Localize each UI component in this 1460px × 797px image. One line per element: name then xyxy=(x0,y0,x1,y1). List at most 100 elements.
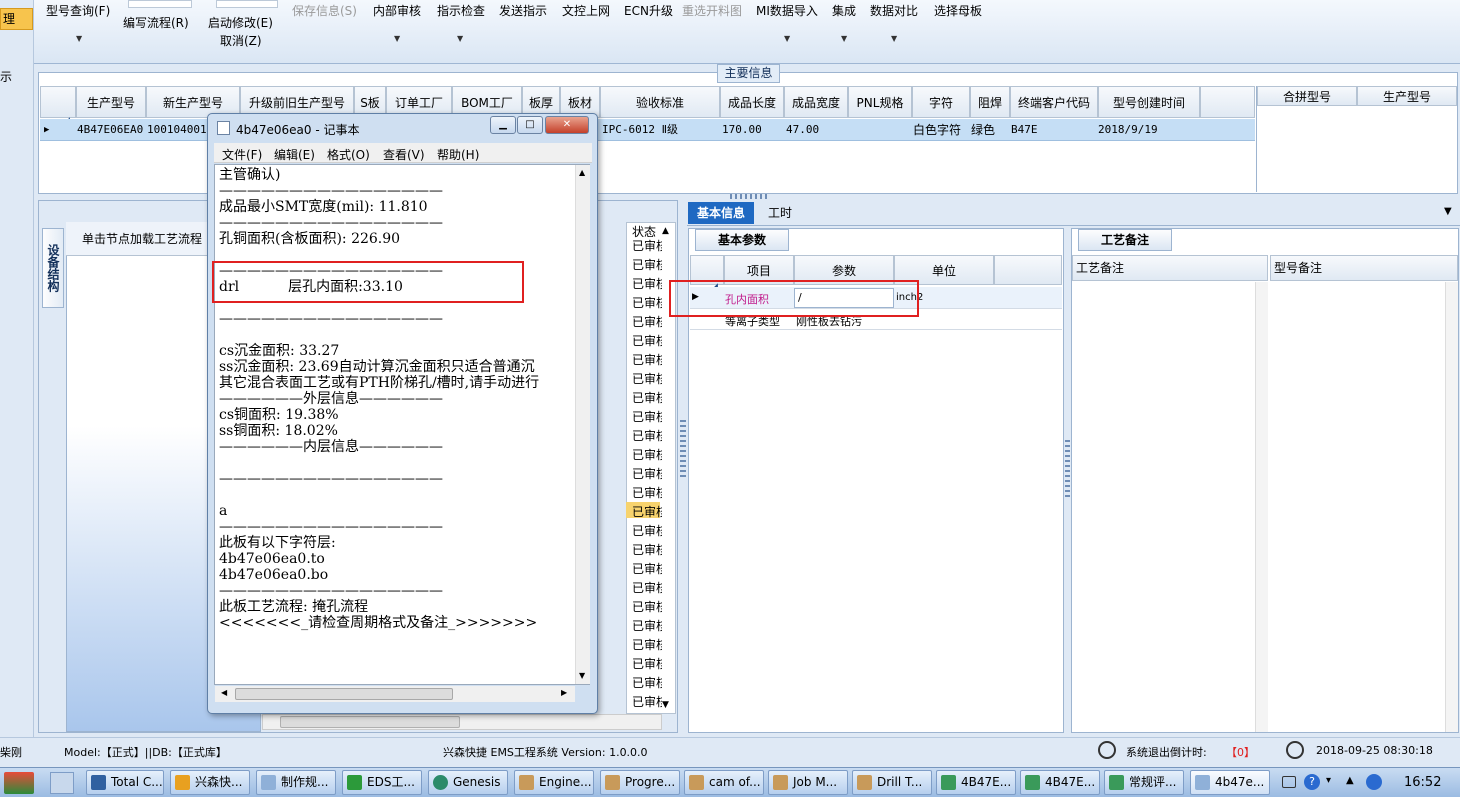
status-cell: 已审核 xyxy=(632,353,662,367)
chevron-down-icon[interactable]: ▼ xyxy=(76,34,82,43)
status-cell: 已审核 xyxy=(632,448,662,462)
integrate-button[interactable]: 集成 xyxy=(832,2,856,19)
col-width[interactable]: 成品宽度 xyxy=(784,86,848,118)
col-pnl[interactable]: PNL规格 xyxy=(848,86,912,118)
vertical-scrollbar[interactable]: ▲ ▼ xyxy=(575,165,590,684)
taskbar-item[interactable]: Drill T... xyxy=(852,770,932,795)
col-mask[interactable]: 阻焊 xyxy=(970,86,1010,118)
tab-process-remark[interactable]: 工艺备注 xyxy=(1078,229,1172,251)
reselect-cut-button[interactable]: 重选开料图 xyxy=(682,2,742,19)
scroll-right-icon[interactable]: ▶ xyxy=(561,688,567,697)
scroll-left-icon[interactable]: ◀ xyxy=(221,688,227,697)
nav-item[interactable]: 示 xyxy=(0,68,12,85)
col-standard[interactable]: 验收标准 xyxy=(600,86,720,118)
status-cell: 已审核 xyxy=(632,695,662,709)
chevron-down-icon[interactable]: ▼ xyxy=(1444,206,1452,217)
save-info-button[interactable]: 保存信息(S) xyxy=(292,2,357,19)
col-merge-model[interactable]: 合拼型号 xyxy=(1257,86,1357,106)
cell-width: 47.00 xyxy=(786,123,820,136)
col-char[interactable]: 字符 xyxy=(912,86,970,118)
minimize-button[interactable]: ▁ xyxy=(490,116,516,134)
ecn-upgrade-button[interactable]: ECN升级 xyxy=(624,2,673,19)
taskbar-clock[interactable]: 16:52 xyxy=(1404,775,1441,790)
taskbar-item[interactable]: Engine... xyxy=(514,770,594,795)
app-icon xyxy=(347,775,362,790)
maximize-button[interactable]: □ xyxy=(517,116,543,134)
calculator-icon[interactable] xyxy=(50,772,74,794)
taskbar-item[interactable]: EDS工... xyxy=(342,770,422,795)
menu-view[interactable]: 查看(V) xyxy=(383,146,425,163)
star-icon xyxy=(175,775,190,790)
col-spacer xyxy=(1200,86,1255,118)
splitter-handle[interactable] xyxy=(680,420,686,480)
vertical-scrollbar[interactable] xyxy=(1445,282,1458,732)
select-mother-board-button[interactable]: 选择母板 xyxy=(934,2,982,19)
doc-upload-button[interactable]: 文控上网 xyxy=(562,2,610,19)
help-icon[interactable]: ? xyxy=(1304,774,1320,790)
col-process-remark[interactable]: 工艺备注 xyxy=(1072,255,1268,281)
internal-review-button[interactable]: 内部审核 xyxy=(373,2,421,19)
taskbar-item[interactable]: 兴森快... xyxy=(170,770,250,795)
nav-item-selected[interactable]: 理 xyxy=(0,8,33,30)
scroll-thumb[interactable] xyxy=(280,716,460,728)
send-instruction-button[interactable]: 发送指示 xyxy=(499,2,547,19)
taskbar-item-active[interactable]: 4b47e... xyxy=(1190,770,1270,795)
instruction-check-button[interactable]: 指示检查 xyxy=(437,2,485,19)
menu-edit[interactable]: 编辑(E) xyxy=(274,146,315,163)
horizontal-scrollbar[interactable]: ◀ ▶ xyxy=(215,686,575,702)
taskbar-item[interactable]: 4B47E... xyxy=(1020,770,1100,795)
col-created[interactable]: 型号创建时间 xyxy=(1098,86,1200,118)
taskbar-item[interactable]: 常规评... xyxy=(1104,770,1184,795)
taskbar-item[interactable]: 4B47E... xyxy=(936,770,1016,795)
chevron-down-icon[interactable]: ▼ xyxy=(891,34,897,43)
tab-basic-params[interactable]: 基本参数 xyxy=(695,229,789,251)
close-button[interactable]: ✕ xyxy=(545,116,589,134)
col-model-remark[interactable]: 型号备注 xyxy=(1270,255,1458,281)
chevron-up-icon[interactable]: ▲ xyxy=(1346,775,1354,786)
model-query-button[interactable]: 型号查询(F) xyxy=(46,2,110,19)
data-compare-button[interactable]: 数据对比 xyxy=(870,2,918,19)
mi-import-button[interactable]: MI数据导入 xyxy=(756,2,818,19)
network-icon[interactable] xyxy=(1366,774,1382,790)
grid-corner: ◢ xyxy=(40,86,76,126)
chevron-down-icon[interactable]: ▼ xyxy=(457,34,463,43)
cancel-button[interactable]: 取消(Z) xyxy=(220,32,262,49)
field-stub xyxy=(128,0,192,8)
menu-file[interactable]: 文件(F) xyxy=(222,146,262,163)
taskbar-item[interactable]: Progre... xyxy=(600,770,680,795)
taskbar-item[interactable]: Genesis xyxy=(428,770,508,795)
tab-basic-info[interactable]: 基本信息 xyxy=(688,202,754,224)
scroll-down-icon[interactable]: ▼ xyxy=(579,671,585,680)
chevron-down-icon[interactable]: ▼ xyxy=(841,34,847,43)
taskbar-item[interactable]: Total C... xyxy=(86,770,164,795)
col-spacer xyxy=(994,255,1062,285)
tab-work-hours[interactable]: 工时 xyxy=(760,202,800,224)
splitter-handle[interactable] xyxy=(730,194,770,199)
col-customer[interactable]: 终端客户代码 xyxy=(1010,86,1098,118)
write-flow-button[interactable]: 编写流程(R) xyxy=(123,14,189,31)
taskbar-item[interactable]: cam of... xyxy=(684,770,764,795)
status-cell: 已审核 xyxy=(632,391,662,405)
chevron-down-icon[interactable]: ▼ xyxy=(394,34,400,43)
col-length[interactable]: 成品长度 xyxy=(720,86,784,118)
scroll-down-icon[interactable]: ▼ xyxy=(662,700,669,710)
splitter-handle[interactable] xyxy=(1065,440,1070,500)
notepad-text-area[interactable]: 主管确认) ———————————————— 成品最小SMT宽度(mil): 1… xyxy=(214,164,590,685)
menu-format[interactable]: 格式(O) xyxy=(327,146,370,163)
app-icon[interactable] xyxy=(4,772,34,794)
vtab-equipment[interactable]: 设备结构 xyxy=(42,228,64,308)
taskbar-item[interactable]: Job M... xyxy=(768,770,848,795)
col-merge-prod[interactable]: 生产型号 xyxy=(1357,86,1457,106)
scroll-up-icon[interactable]: ▲ xyxy=(662,226,669,236)
menu-help[interactable]: 帮助(H) xyxy=(437,146,479,163)
taskbar-item[interactable]: 制作规... xyxy=(256,770,336,795)
start-modify-button[interactable]: 启动修改(E) xyxy=(208,14,273,31)
col-prod-no[interactable]: 生产型号 xyxy=(76,86,146,118)
scroll-thumb[interactable] xyxy=(235,688,453,700)
chevron-down-icon[interactable]: ▼ xyxy=(784,34,790,43)
vertical-scrollbar[interactable] xyxy=(1255,282,1268,732)
keyboard-icon[interactable] xyxy=(1282,776,1296,788)
status-cell: 已审核 xyxy=(632,296,662,310)
chevron-down-icon[interactable]: ▾ xyxy=(1326,775,1331,786)
scroll-up-icon[interactable]: ▲ xyxy=(579,168,585,177)
